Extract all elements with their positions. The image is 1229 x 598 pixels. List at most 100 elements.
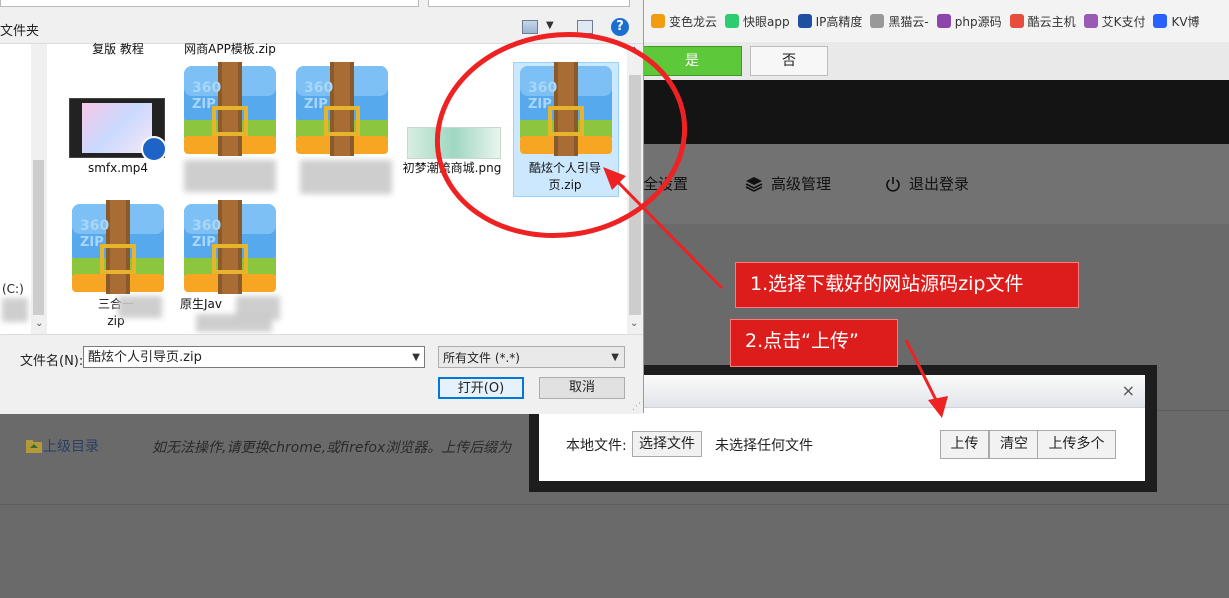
bookmark-favicon-icon [1009,14,1024,28]
svg-text:360: 360 [192,80,221,96]
chevron-down-icon[interactable]: ▼ [412,347,420,369]
file-label[interactable]: 网商APP模板.zip [176,41,284,58]
bookmark-favicon-icon [936,14,951,28]
bookmark-favicon-icon [797,14,812,28]
view-mode-icon[interactable] [522,20,538,34]
yes-button[interactable]: 是 [643,46,742,76]
bookmark-label: 快眼app [743,14,790,29]
zip-archive-icon[interactable]: 360ZIP [182,200,278,296]
file-label[interactable]: smfx.mp4 [70,160,166,177]
bookmark-label: KV博 [1171,14,1200,29]
layers-icon [745,176,763,192]
dialog-toolbar: 文件夹 ▼ ? [0,0,643,44]
local-file-label: 本地文件: [566,438,627,454]
bookmarks-bar: 变色龙云 快眼app IP高精度 黑猫云-php源码 酷云主机 艾K支付 KV博 [643,0,1229,43]
clear-button[interactable]: 清空 [989,430,1039,459]
bookmark-favicon-icon [725,14,740,28]
annotation-step2: 2.点击“上传” [730,319,898,367]
svg-text:360: 360 [80,218,109,234]
svg-text:360: 360 [304,80,333,96]
bookmark-label: IP高精度 [815,14,863,29]
svg-text:ZIP: ZIP [192,97,216,112]
zip-archive-icon[interactable]: 360ZIP [294,62,390,158]
upload-multiple-button[interactable]: 上传多个 [1037,430,1116,459]
blurred-region [196,314,272,332]
confirm-strip: 是 否 [643,42,1229,80]
site-header [643,80,1229,144]
nav-advanced-label: 高级管理 [771,175,832,193]
file-label[interactable]: 复版 教程 [70,41,166,58]
filename-input[interactable]: 酷炫个人引导页.zip ▼ [83,346,425,368]
no-button[interactable]: 否 [750,46,828,76]
annotation-step1: 1.选择下载好的网站源码zip文件 [735,262,1079,308]
zip-archive-icon[interactable]: 360ZIP [182,62,278,158]
scroll-up-arrow[interactable]: ⌃ [630,46,638,57]
scroll-down-arrow[interactable]: ⌄ [35,318,43,329]
bookmark-item[interactable]: 酷云主机 [1009,13,1076,30]
dialog-footer: 文件名(N): 酷炫个人引导页.zip ▼ 所有文件 (*.*) ▼ 打开(O)… [0,334,643,414]
file-label-text: 初梦潮流商城.png [402,161,502,175]
file-item-smfx[interactable] [69,98,167,162]
scroll-down-arrow[interactable]: ⌄ [630,318,638,329]
bookmark-item[interactable]: IP高精度 [797,13,863,30]
blurred-region [2,298,28,322]
bookmark-favicon-icon [1153,14,1168,28]
preview-pane-icon[interactable] [577,20,593,34]
row-divider [0,504,1229,505]
svg-text:ZIP: ZIP [304,97,328,112]
bookmark-item[interactable]: 艾K支付 [1083,13,1145,30]
svg-text:360: 360 [192,218,221,234]
bookmark-label: php源码 [954,14,1002,29]
svg-text:ZIP: ZIP [528,97,552,112]
video-player-icon [141,136,167,162]
svg-text:ZIP: ZIP [192,235,216,250]
bookmark-favicon-icon [1083,14,1098,28]
cancel-button[interactable]: 取消 [539,377,625,399]
parent-directory-link[interactable]: 上级目录 [26,436,99,456]
site-nav: 全设置 高级管理 退出登录 [643,144,1229,224]
help-icon[interactable]: ? [611,18,629,36]
blurred-region [300,160,392,194]
bookmark-item[interactable]: php源码 [936,13,1002,30]
image-thumbnail[interactable] [407,127,501,159]
nav-advanced[interactable]: 高级管理 [745,173,831,194]
bookmark-favicon-icon [651,14,665,28]
bookmark-item[interactable]: 变色龙云 [651,13,717,30]
bookmark-label: 变色龙云 [669,14,718,29]
bookmark-item[interactable]: 黑猫云- [870,13,929,30]
navigation-scroll-thumb[interactable] [33,160,44,315]
file-list-scroll-thumb[interactable] [629,75,641,315]
choose-file-button[interactable]: 选择文件 [632,431,702,457]
search-box[interactable] [428,0,630,7]
nav-logout-label: 退出登录 [909,175,970,193]
zip-archive-icon[interactable]: 360ZIP [518,62,614,158]
nav-security-label: 全设置 [643,175,689,193]
filetype-select[interactable]: 所有文件 (*.*) ▼ [438,346,625,368]
bookmark-label: 黑猫云- [888,14,929,29]
parent-directory-label: 上级目录 [43,439,99,455]
nav-logout[interactable]: 退出登录 [885,173,969,194]
chevron-down-icon[interactable]: ▼ [611,347,619,369]
blurred-region [118,296,162,318]
drive-c[interactable]: (C:) [2,282,24,296]
bookmark-favicon-icon [870,14,885,28]
bookmark-item[interactable]: 快眼app [725,13,790,30]
no-file-text: 未选择任何文件 [715,438,813,454]
blurred-region [184,160,276,192]
chevron-down-icon[interactable]: ▼ [546,20,554,31]
address-bar[interactable] [0,0,419,7]
filename-value: 酷炫个人引导页.zip [88,350,202,365]
svg-text:ZIP: ZIP [80,235,104,250]
selected-file-label[interactable]: 酷炫个人引导页.zip [515,160,615,194]
bookmark-item[interactable]: KV博 [1153,13,1200,30]
browser-hint: 如无法操作,请更换chrome,或firefox浏览器。上传后缀为 [152,440,512,456]
new-folder-button[interactable]: 文件夹 [0,20,39,39]
zip-archive-icon[interactable]: 360ZIP [70,200,166,296]
folder-up-icon [26,440,42,453]
file-label[interactable]: 初梦潮流商城.png [400,160,504,177]
close-icon[interactable]: × [1122,381,1135,400]
resize-grip-icon[interactable]: ⋰ [632,402,641,412]
nav-security[interactable]: 全设置 [643,173,688,194]
open-button[interactable]: 打开(O) [438,377,524,399]
upload-button[interactable]: 上传 [940,430,989,459]
